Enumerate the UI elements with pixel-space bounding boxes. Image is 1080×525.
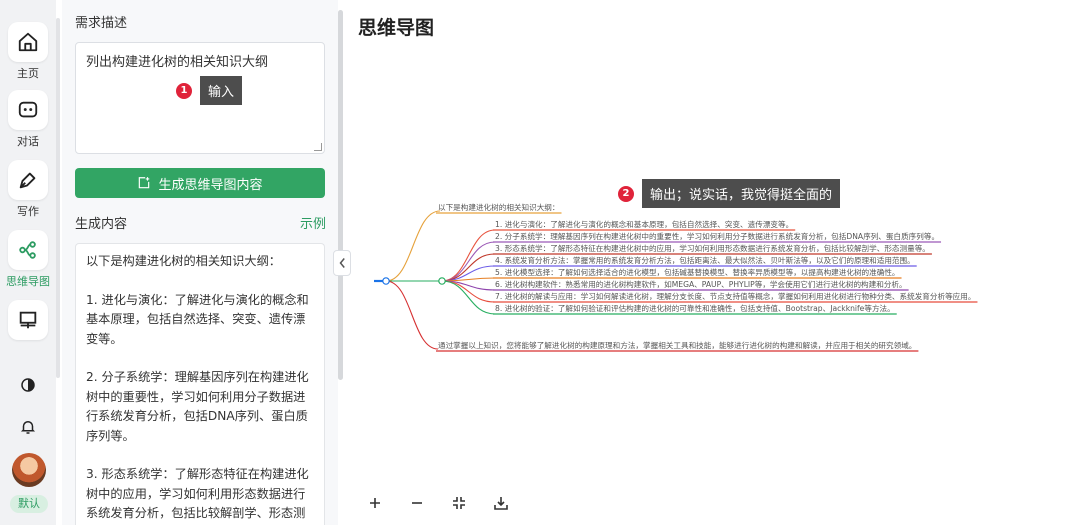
input-callout: 1 输入 <box>176 76 243 105</box>
notification-button[interactable] <box>14 413 42 441</box>
mindmap-hub-node[interactable] <box>438 277 446 285</box>
plan-badge: 默认 <box>10 495 48 513</box>
mindmap-node-label[interactable]: 5. 进化模型选择：了解如何选择适合的进化模型，包括碱基替换模型、替换率异质模型… <box>495 267 900 277</box>
mindmap-branch-item <box>441 241 496 282</box>
mindmap-branch-item <box>441 280 496 303</box>
example-link[interactable]: 示例 <box>300 213 326 232</box>
home-icon <box>8 22 48 62</box>
nav-item-presentation[interactable] <box>0 300 56 340</box>
theme-toggle-button[interactable] <box>14 371 42 399</box>
mindmap-node-label[interactable]: 以下是构建进化树的相关知识大纲： <box>438 202 560 212</box>
generate-mindmap-button[interactable]: 生成思维导图内容 <box>75 168 325 198</box>
nav-item-write[interactable]: 写作 <box>0 160 56 219</box>
nav-label-chat: 对话 <box>17 135 39 148</box>
mindmap-branch-item <box>441 253 496 282</box>
mindmap-node-label[interactable]: 1. 进化与演化：了解进化与演化的概念和基本原理，包括自然选择、突变、遗传漂变等… <box>495 219 793 229</box>
bell-icon <box>20 421 36 434</box>
requirement-text: 列出构建进化树的相关知识大纲 <box>86 55 269 70</box>
mindmap-node-label[interactable]: 7. 进化树的解读与应用：学习如何解读进化树，理解分支长度、节点支持值等概念，掌… <box>495 291 975 301</box>
download-button[interactable] <box>490 492 511 513</box>
mindmap-branch-conclusion <box>385 280 439 350</box>
zoom-in-icon <box>369 497 380 508</box>
mindmap-node-label[interactable]: 4. 系统发育分析方法：掌握常用的系统发育分析方法，包括距离法、最大似然法、贝叶… <box>495 255 915 265</box>
download-icon <box>493 496 508 510</box>
mindmap-node-label[interactable]: 3. 形态系统学：了解形态特征在构建进化树中的应用，学习如何利用形态数据进行系统… <box>495 243 930 253</box>
presentation-icon <box>8 300 48 340</box>
requirement-title: 需求描述 <box>75 16 128 31</box>
zoom-in-button[interactable] <box>364 492 385 513</box>
nav-item-chat[interactable]: 对话 <box>0 90 56 149</box>
mindmap-root-node[interactable] <box>382 277 390 285</box>
panel-scrollbar[interactable] <box>338 10 343 380</box>
mindmap-icon <box>8 230 48 270</box>
chat-icon <box>8 90 48 130</box>
fit-screen-icon <box>452 496 465 509</box>
mindmap-toolbar <box>364 492 532 513</box>
output-paragraph: 1. 进化与演化：了解进化与演化的概念和基本原理，包括自然选择、突变、遗传漂变等… <box>86 292 309 346</box>
mindmap-node-label[interactable]: 8. 进化树的验证：了解如何验证和评估构建的进化树的可靠性和准确性，包括支持值、… <box>495 303 895 313</box>
collapse-panel-button[interactable] <box>333 250 351 276</box>
nav-label-write: 写作 <box>17 205 39 218</box>
callout-label: 输入 <box>200 76 243 105</box>
output-title: 生成内容 <box>75 217 128 232</box>
zoom-out-icon <box>411 501 422 504</box>
nav-item-home[interactable]: 主页 <box>0 22 56 81</box>
pen-icon <box>8 160 48 200</box>
avatar[interactable] <box>12 453 46 487</box>
mindmap-branches <box>374 210 496 350</box>
generate-icon <box>139 177 150 189</box>
page-title: 思维导图 <box>358 17 435 39</box>
output-paragraph: 3. 形态系统学：了解形态特征在构建进化树中的应用，学习如何利用形态数据进行系统… <box>86 467 309 520</box>
fit-screen-button[interactable] <box>448 492 469 513</box>
zoom-out-button[interactable] <box>406 492 427 513</box>
mindmap-node-label[interactable]: 2. 分子系统学：理解基因序列在构建进化树中的重要性，学习如何利用分子数据进行系… <box>495 231 939 241</box>
mindmap-canvas[interactable]: 以下是构建进化树的相关知识大纲： 1. 进化与演化：了解进化与演化的概念和基本原理… <box>352 190 1080 360</box>
mindmap-node-label[interactable]: 通过掌握以上知识，您将能够了解进化树的构建原理和方法，掌握相关工具和技能，能够进… <box>438 340 916 350</box>
callout-number: 1 <box>176 82 192 99</box>
chevron-left-icon <box>339 258 345 268</box>
contrast-icon <box>21 378 35 392</box>
nav-label-home: 主页 <box>17 67 39 80</box>
mindmap-branch-intro <box>385 210 441 282</box>
output-paragraph: 2. 分子系统学：理解基因序列在构建进化树中的重要性，学习如何利用分子数据进行系… <box>86 370 309 443</box>
output-paragraph: 以下是构建进化树的相关知识大纲： <box>86 254 281 268</box>
resize-handle[interactable] <box>314 143 322 151</box>
nav-scrollbar[interactable] <box>56 18 60 378</box>
mindmap-node-label[interactable]: 6. 进化树构建软件：熟悉常用的进化树构建软件，如MEGA、PAUP、PHYLI… <box>495 279 907 289</box>
generated-content[interactable]: 以下是构建进化树的相关知识大纲： 1. 进化与演化：了解进化与演化的概念和基本原… <box>75 243 325 525</box>
nav-rail: 主页 对话 写作 思维导图 默认 <box>0 0 56 525</box>
mindmap-nodes: 以下是构建进化树的相关知识大纲： 1. 进化与演化：了解进化与演化的概念和基本原理… <box>382 202 978 352</box>
nav-item-mindmap[interactable]: 思维导图 <box>0 230 56 289</box>
nav-label-mindmap: 思维导图 <box>6 275 50 288</box>
generate-button-label: 生成思维导图内容 <box>158 177 263 193</box>
